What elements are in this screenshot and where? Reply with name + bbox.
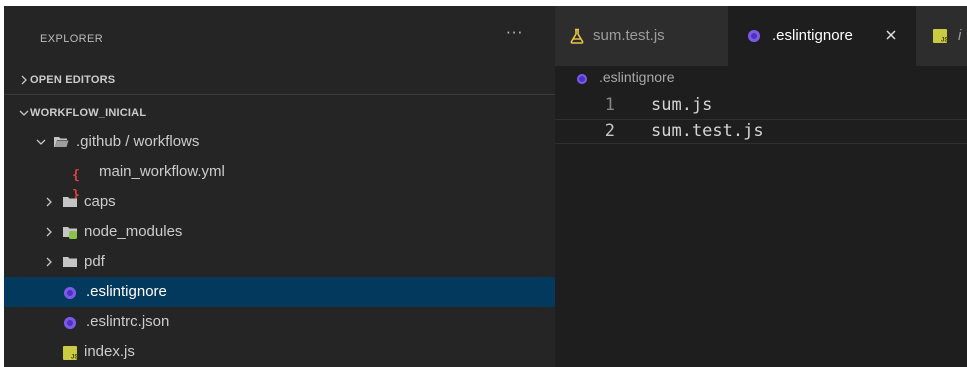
svg-text:JS: JS	[71, 355, 78, 361]
tab-label: .eslintignore	[772, 27, 853, 44]
line-text: sum.js	[651, 95, 713, 115]
folder-icon	[63, 257, 77, 267]
tab-eslintignore[interactable]: .eslintignore	[728, 6, 916, 66]
eslint-icon	[748, 30, 760, 42]
tree-item-eslintignore[interactable]: .eslintignore	[4, 277, 555, 307]
flask-icon	[570, 28, 584, 44]
section-label: OPEN EDITORS	[30, 74, 116, 86]
explorer-title: EXPLORER	[40, 33, 104, 45]
tree-item-label: .eslintrc.json	[86, 313, 170, 330]
close-icon[interactable]	[884, 28, 898, 42]
chevron-right-icon	[46, 257, 52, 267]
tree-item-label: pdf	[84, 253, 105, 270]
tree-item-label: .github / workflows	[76, 133, 200, 150]
tree-item-github-workflows[interactable]: .github / workflows	[4, 127, 555, 157]
code-line-current[interactable]: 2 sum.test.js	[555, 119, 967, 144]
explorer-sidebar: EXPLORER ··· OPEN EDITORS WORKFLOW_INICI…	[4, 6, 555, 367]
code-line[interactable]: 1 sum.js	[555, 94, 967, 119]
explorer-header: EXPLORER ···	[4, 6, 555, 66]
line-number: 2	[604, 121, 615, 141]
tree-item-main-workflow[interactable]: { } main_workflow.yml	[4, 157, 555, 203]
section-workspace[interactable]: WORKFLOW_INICIAL	[4, 101, 555, 127]
eslint-icon	[577, 74, 589, 86]
tree-item-eslintrc[interactable]: .eslintrc.json	[4, 307, 555, 337]
tab-label: i	[958, 27, 962, 44]
chevron-down-icon	[36, 139, 46, 145]
eslint-icon	[64, 287, 76, 299]
tree-item-caps[interactable]: caps	[4, 187, 555, 217]
breadcrumb-item: .eslintignore	[599, 69, 675, 85]
tab-sum-test-js[interactable]: sum.test.js	[555, 6, 728, 66]
section-label: WORKFLOW_INICIAL	[30, 107, 147, 119]
svg-text:JS: JS	[941, 38, 948, 44]
tab-label: sum.test.js	[593, 27, 665, 44]
tree-item-pdf[interactable]: pdf	[4, 247, 555, 277]
tree-item-label: main_workflow.yml	[99, 163, 225, 180]
chevron-down-icon	[19, 110, 29, 116]
eslint-icon	[64, 317, 76, 329]
more-actions-button[interactable]: ···	[506, 24, 523, 42]
tree-item-label: index.js	[84, 343, 135, 360]
tree-item-label: .eslintignore	[86, 283, 167, 300]
chevron-right-icon	[46, 227, 52, 237]
section-open-editors[interactable]: OPEN EDITORS	[4, 68, 555, 94]
line-number: 1	[604, 95, 615, 115]
tree-item-index-js[interactable]: JS index.js	[4, 337, 555, 367]
chevron-right-icon	[46, 197, 52, 207]
line-text: sum.test.js	[651, 121, 764, 141]
tree-item-label: node_modules	[84, 223, 183, 240]
section-divider	[4, 94, 555, 95]
tree-item-label: caps	[84, 193, 116, 210]
breadcrumb[interactable]: .eslintignore	[555, 66, 967, 90]
node-folder-icon	[63, 227, 77, 239]
tree-item-node-modules[interactable]: node_modules	[4, 217, 555, 247]
folder-icon	[63, 197, 77, 207]
tab-index-js[interactable]: JS i	[916, 6, 967, 66]
vscode-window: EXPLORER ··· OPEN EDITORS WORKFLOW_INICI…	[4, 6, 967, 367]
js-icon: JS	[63, 346, 78, 361]
chevron-right-icon	[21, 75, 27, 85]
yaml-icon: { }	[72, 168, 80, 203]
folder-open-icon	[54, 137, 69, 147]
js-icon: JS	[933, 29, 948, 44]
tab-bar: sum.test.js .eslintignore JS i	[555, 6, 967, 66]
editor-area: sum.test.js .eslintignore JS i .eslintig…	[555, 6, 967, 367]
